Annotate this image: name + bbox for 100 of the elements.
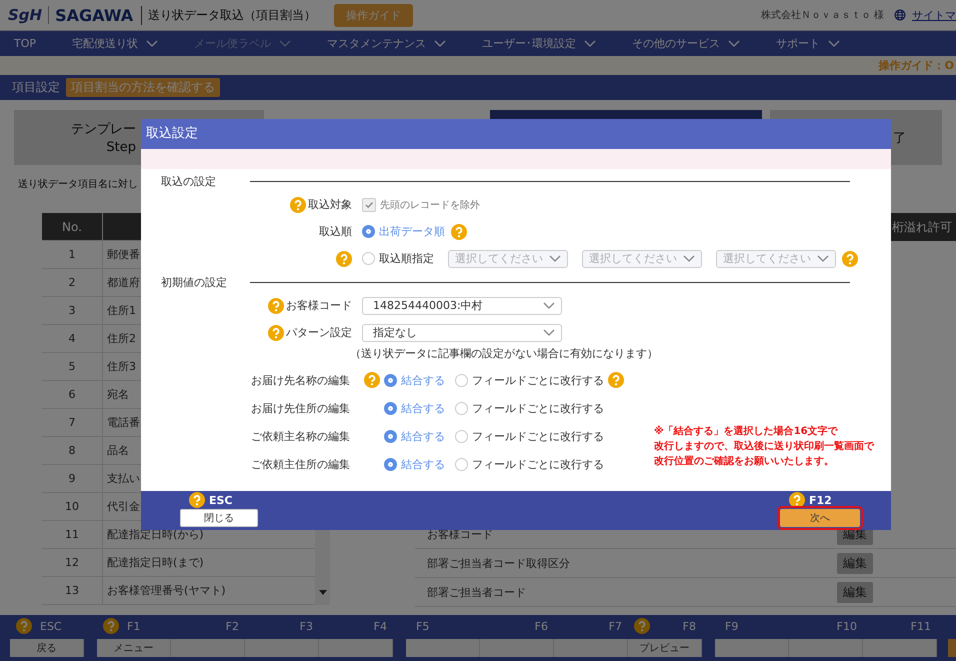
close-button[interactable]: 閉じる — [180, 509, 258, 527]
column-header: 桁溢れ許可 — [892, 218, 952, 236]
field-label: ご依頼主名称の編集 — [250, 428, 351, 444]
section-heading: 取込の設定 — [161, 174, 217, 188]
table-cell: 住所1 — [107, 303, 136, 318]
radio-button[interactable]: フィールドごとに改行する — [455, 428, 604, 444]
table-cell: 住所3 — [107, 359, 136, 374]
key-label: ESC — [40, 620, 62, 632]
table-cell: 代引金 — [107, 499, 140, 514]
column-header: No. — [42, 213, 103, 240]
key-label: F10 — [836, 620, 857, 632]
help-icon[interactable] — [634, 618, 650, 634]
table-cell: 都道府 — [107, 275, 140, 290]
key-label: F1 — [127, 620, 140, 632]
select-field[interactable]: 指定なし — [362, 324, 562, 342]
table-cell: 住所2 — [107, 331, 136, 346]
key-label: F11 — [910, 620, 931, 632]
radio-button[interactable]: 結合する — [384, 400, 445, 416]
nav-menu-item[interactable]: ユーザー･環境設定 — [482, 36, 596, 51]
table-cell: 12 — [65, 556, 79, 569]
table-cell: 4 — [68, 332, 76, 345]
chevron-down-icon — [817, 254, 829, 262]
field-label: ご依頼主住所の編集 — [250, 456, 351, 472]
radio-button[interactable]: 結合する — [384, 372, 445, 388]
page-title: 送り状データ取込（項目割当） — [148, 6, 316, 24]
chevron-down-icon — [543, 328, 555, 336]
key-label: ESC — [209, 494, 233, 506]
table-cell: 電話番 — [107, 415, 140, 430]
scroll-down-icon[interactable] — [318, 590, 326, 595]
table-cell: 5 — [68, 360, 76, 373]
edit-button[interactable]: 編集 — [837, 582, 873, 602]
logo-text: SAGAWA — [55, 6, 142, 24]
table-cell: 部署ご担当者コード — [427, 586, 526, 598]
key-label: F12 — [809, 494, 832, 506]
field-label: 取込順 — [319, 224, 352, 239]
key-label: F8 — [682, 620, 696, 632]
radio-button[interactable]: 結合する — [384, 428, 445, 444]
check-icon — [364, 200, 374, 210]
nav-menu-item[interactable]: TOP — [14, 37, 36, 50]
key-label: F2 — [226, 620, 239, 632]
section-title: 項目設定 — [12, 79, 60, 96]
chevron-down-icon — [549, 254, 561, 262]
key-label: F4 — [374, 620, 387, 632]
table-cell: 部署ご担当者コード取得区分 — [427, 556, 570, 570]
field-label: パターン設定 — [286, 325, 352, 340]
table-cell: 1 — [68, 248, 76, 261]
nav-menu-item[interactable]: マスタメンテナンス — [327, 36, 446, 51]
nav-menu-item[interactable]: サポート — [776, 36, 840, 51]
field-label: お届け先名称の編集 — [250, 372, 351, 388]
warning-text: ※「結合する」を選択した場合16文字で 改行しますので、取込後に送り状印刷一覧画面で 改行位置のご確認をお願いいたします。 — [654, 424, 874, 469]
table-cell: 品名 — [107, 443, 129, 458]
help-icon[interactable] — [103, 618, 119, 634]
radio-button[interactable]: フィールドごとに改行する — [455, 372, 604, 388]
sitemap-link[interactable]: サイトマ — [912, 8, 956, 22]
radio-button[interactable]: フィールドごとに改行する — [455, 456, 604, 472]
nav-menu-item[interactable]: 宅配便送り状 — [72, 36, 158, 51]
radio-button[interactable]: 取込順指定 — [362, 251, 434, 266]
key-label: F3 — [300, 620, 313, 632]
key-label: F5 — [416, 620, 430, 632]
table-cell: 13 — [65, 584, 79, 597]
table-cell: 6 — [68, 388, 76, 401]
table-cell: 10 — [65, 500, 79, 513]
table-cell: 支払い — [107, 471, 140, 486]
hint-text: （送り状データに記事欄の設定がない場合に有効になります） — [350, 346, 658, 360]
logo-mark: SgH — [8, 6, 50, 24]
help-icon[interactable] — [16, 618, 32, 634]
table-cell: 7 — [68, 416, 76, 429]
edit-button[interactable]: 編集 — [837, 552, 873, 574]
radio-button[interactable]: 結合する — [384, 456, 445, 472]
nav-menu-item[interactable]: その他のサービス — [632, 36, 740, 51]
radio-button[interactable]: フィールドごとに改行する — [455, 400, 604, 416]
caption-text: 送り状データ項目名に対し — [18, 179, 138, 190]
table-cell: 2 — [68, 276, 76, 289]
table-cell: 配達指定日時(まで) — [107, 555, 204, 570]
company-name: 株式会社Ｎｏｖａｓｔｏ 様 — [760, 8, 884, 22]
function-button[interactable]: メニュー — [97, 639, 171, 657]
guide-text: 操作ガイド：O — [878, 59, 954, 72]
function-button[interactable]: 戻る — [10, 639, 84, 657]
table-cell: 8 — [68, 444, 76, 457]
table-cell: 3 — [68, 304, 76, 317]
table-cell: お客様管理番号(ヤマト) — [107, 583, 226, 598]
dialog-title: 取込設定 — [141, 119, 891, 149]
key-label: F7 — [608, 620, 622, 632]
help-icon[interactable] — [189, 492, 205, 508]
table-cell: 郵便番 — [107, 247, 140, 262]
table-cell: 9 — [68, 472, 76, 485]
field-label: お届け先住所の編集 — [250, 400, 351, 416]
section-heading: 初期値の設定 — [161, 274, 228, 290]
key-label: F6 — [534, 620, 548, 632]
field-label: お客様コード — [286, 298, 352, 313]
globe-icon — [894, 9, 906, 21]
table-cell: 宛名 — [107, 387, 129, 402]
next-button[interactable]: 次へ — [780, 509, 860, 527]
chevron-down-icon — [683, 254, 695, 262]
select-field[interactable]: 148254440003:中村 — [362, 296, 562, 314]
radio-button[interactable]: 出荷データ順 — [362, 224, 445, 239]
chevron-down-icon — [543, 302, 555, 310]
table-cell: 11 — [65, 528, 79, 541]
field-label: 取込対象 — [308, 197, 352, 212]
key-label: F9 — [725, 620, 738, 632]
